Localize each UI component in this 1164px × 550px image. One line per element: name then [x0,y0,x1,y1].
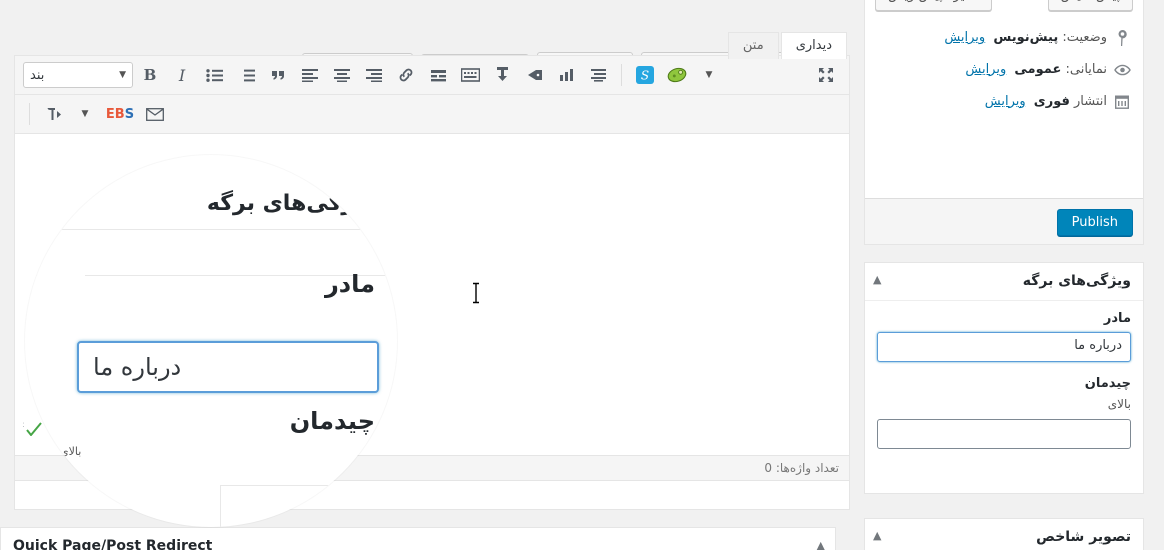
keyboard-icon[interactable] [455,61,485,89]
template-label: چیدمان [1084,376,1131,391]
template-select[interactable] [877,419,1131,449]
table-row-icon[interactable] [423,61,453,89]
unordered-list-icon[interactable] [199,61,229,89]
page-attributes-box: ▲ ویژگی‌های برگه مادر درباره ما چیدمان ب… [864,262,1144,494]
save-draft-button[interactable]: ذخیره پیش‌نویس [875,0,992,11]
editor-content-area[interactable]: ABC [12,162,849,447]
publish-box: ذخیره پیش‌نویس پیش‌نمایش وضعیت: پیش‌نویس… [864,0,1144,245]
editor-column: افزودن پرونده چندرسانه‌ای درج دانلود قرا… [0,0,850,550]
chevron-down-icon: ▼ [119,70,126,80]
tag-icon[interactable] [519,61,549,89]
page-attributes-header: ▲ ویژگی‌های برگه [865,263,1143,301]
schedule-edit-link[interactable]: ویرایش [985,94,1026,109]
tab-text-label: متن [742,38,764,53]
schedule-label: انتشار [1074,93,1107,109]
chevron-up-icon-attributes[interactable]: ▲ [873,273,881,286]
calendar-icon [1111,92,1133,112]
word-count: تعداد واژه‌ها: 0 [764,461,839,475]
chevron-up-icon-featured[interactable]: ▲ [873,529,881,542]
align-text-icon[interactable] [583,61,613,89]
schedule-row: انتشار فوری ویرایش [875,87,1133,119]
tab-text[interactable]: متن [727,32,779,59]
status-edit-link[interactable]: ویرایش [944,30,985,45]
format-select[interactable]: ▼ بند [23,62,133,88]
shortcode-s-icon[interactable]: S [630,61,660,89]
parent-select-value: درباره ما [1074,338,1122,353]
format-select-value: بند [30,67,45,83]
editor-tabs: دیداری متن [727,32,849,85]
ordered-list-icon[interactable]: 123 [231,61,261,89]
publish-actions-row: ذخیره پیش‌نویس پیش‌نمایش [865,0,1143,21]
bold-icon[interactable]: B [135,61,165,89]
caret-down-icon[interactable]: ▼ [694,61,724,89]
qpr-title: Quick Page/Post Redirect [13,538,213,550]
rtl-paragraph-icon[interactable] [38,100,68,128]
ebs-plugin-icon[interactable]: EBS [102,100,138,128]
align-left-icon[interactable] [295,61,325,89]
chart-bar-icon[interactable] [551,61,581,89]
order-note: بالای [1107,397,1131,411]
link-icon[interactable] [391,61,421,89]
align-right-icon[interactable] [359,61,389,89]
screen-root: افزودن پرونده چندرسانه‌ای درج دانلود قرا… [0,0,1164,550]
parent-label: مادر [1103,311,1131,326]
sidebar-column: ذخیره پیش‌نویس پیش‌نمایش وضعیت: پیش‌نویس… [864,0,1164,550]
pickle-plugin-icon[interactable] [662,61,692,89]
editor-status-bar: تعداد واژه‌ها: 0 [15,455,849,481]
editor-toolbar-row-2: ▼ EBS [15,95,849,134]
featured-image-header: ▲ تصویر شاخص [865,519,1143,550]
publish-footer: Publish [865,198,1143,244]
pin-icon [1111,28,1133,48]
tab-visual-label: دیداری [795,38,832,53]
parent-select[interactable]: درباره ما [877,332,1131,362]
abc-check-icon[interactable]: ABC [12,420,43,439]
visibility-text: نمایانی: عمومی ویرایش [965,60,1107,81]
status-text: وضعیت: پیش‌نویس ویرایش [944,28,1107,49]
visibility-row: نمایانی: عمومی ویرایش [875,55,1133,87]
align-center-icon[interactable] [327,61,357,89]
status-label: وضعیت: [1062,30,1107,45]
visibility-edit-link[interactable]: ویرایش [965,62,1006,77]
featured-image-title: تصویر شاخص [1036,529,1131,545]
insert-down-icon[interactable] [487,61,517,89]
editor-wrapper: دیداری متن ▼ S I B ▼ بند ▼ EBS تعداد واژ… [12,32,850,510]
svg-text:ABC: ABC [23,422,24,429]
caret-down-icon-2[interactable]: ▼ [70,100,100,128]
preview-button[interactable]: پیش‌نمایش [1047,0,1133,11]
schedule-value: فوری [1033,93,1070,109]
chevron-up-icon-qpr[interactable]: ▲ [817,539,825,550]
envelope-icon[interactable] [140,100,170,128]
publish-misc-rows: وضعیت: پیش‌نویس ویرایش نمایانی: عمومی وی… [865,21,1143,126]
tab-visual[interactable]: دیداری [780,32,847,59]
quick-page-post-redirect-box: ▲ Quick Page/Post Redirect [0,527,836,550]
publish-button[interactable]: Publish [1056,209,1133,236]
eye-icon [1111,60,1133,80]
editor-toolbar-row-1: ▼ S I B ▼ بند [15,56,849,95]
status-value: پیش‌نویس [993,30,1059,45]
page-attributes-body: مادر درباره ما چیدمان بالای [865,301,1143,459]
toolbar-separator-2 [29,103,30,125]
toolbar-separator [621,64,622,86]
status-row: وضعیت: پیش‌نویس ویرایش [875,23,1133,55]
blockquote-icon[interactable] [263,61,293,89]
page-attributes-title: ویژگی‌های برگه [1022,273,1131,289]
visibility-value: عمومی [1014,61,1062,77]
featured-image-box: ▲ تصویر شاخص [864,518,1144,550]
italic-icon[interactable]: I [167,61,197,89]
schedule-text: انتشار فوری ویرایش [985,92,1107,113]
svg-text:S: S [641,69,649,83]
visibility-label: نمایانی: [1065,61,1107,77]
